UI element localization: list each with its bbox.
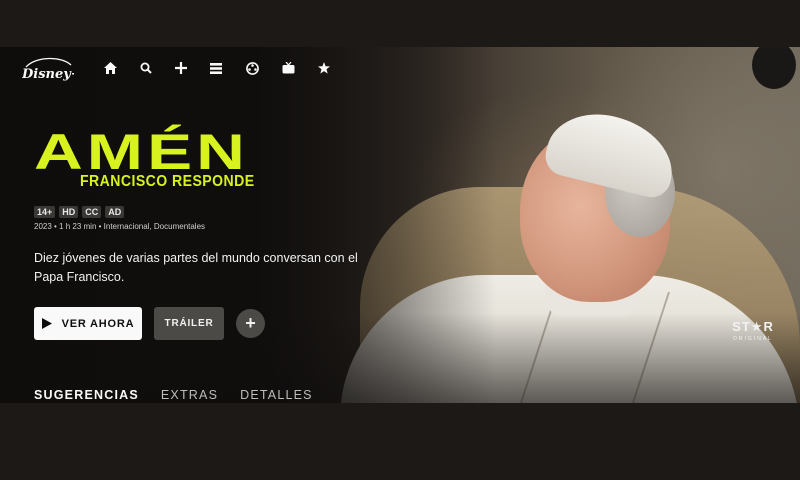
- play-icon: [41, 318, 52, 329]
- audio-description-badge: AD: [105, 206, 125, 218]
- title-logo-subtitle: FRANCISCO RESPONDE: [80, 173, 255, 190]
- star-original-logo: ST★R ORIGINAL: [730, 319, 776, 342]
- disney-plus-logo[interactable]: Disney+: [21, 55, 82, 82]
- trailer-button-label: TRÁILER: [164, 318, 214, 329]
- rating-badges: 14+ HD CC AD: [34, 206, 125, 218]
- hd-badge: HD: [59, 206, 79, 218]
- top-nav: Disney+: [0, 47, 800, 92]
- title-detail-page: Disney+ AMÉN FRANCISCO RESPONDE 14+: [0, 47, 800, 403]
- letterbox-top: [0, 0, 800, 47]
- title-logo-main: AMÉN: [34, 124, 249, 180]
- original-label: ORIGINAL: [733, 336, 773, 342]
- letterbox-bottom: [0, 403, 800, 480]
- tab-detalles[interactable]: DETALLES: [240, 388, 313, 402]
- play-button-label: VER AHORA: [61, 317, 135, 330]
- title-description: Diez jóvenes de varias partes del mundo …: [34, 251, 358, 284]
- profile-avatar[interactable]: [752, 47, 796, 89]
- add-to-watchlist-button[interactable]: +: [236, 309, 265, 338]
- plus-icon: +: [245, 313, 256, 333]
- star-logo-text: ST★R: [732, 319, 774, 334]
- detail-tabs: SUGERENCIAS EXTRAS DETALLES: [34, 388, 313, 402]
- title-metadata: 2023 • 1 h 23 min • Internacional, Docum…: [34, 222, 206, 231]
- home-icon[interactable]: [103, 61, 117, 75]
- originals-icon[interactable]: [209, 61, 223, 75]
- disney-plus-logo-mark: Disney+: [21, 57, 82, 82]
- play-button[interactable]: VER AHORA: [34, 307, 142, 340]
- plus-icon[interactable]: [174, 61, 188, 75]
- search-icon[interactable]: [139, 61, 153, 75]
- logo-text: Disney+: [22, 67, 74, 81]
- cc-badge: CC: [82, 206, 102, 218]
- tv-icon[interactable]: [281, 61, 295, 75]
- film-reel-icon[interactable]: [245, 61, 259, 75]
- tab-sugerencias[interactable]: SUGERENCIAS: [34, 388, 139, 402]
- star-icon[interactable]: [317, 61, 331, 75]
- tab-extras[interactable]: EXTRAS: [161, 388, 218, 402]
- age-rating-badge: 14+: [34, 206, 56, 218]
- trailer-button[interactable]: TRÁILER: [154, 307, 224, 340]
